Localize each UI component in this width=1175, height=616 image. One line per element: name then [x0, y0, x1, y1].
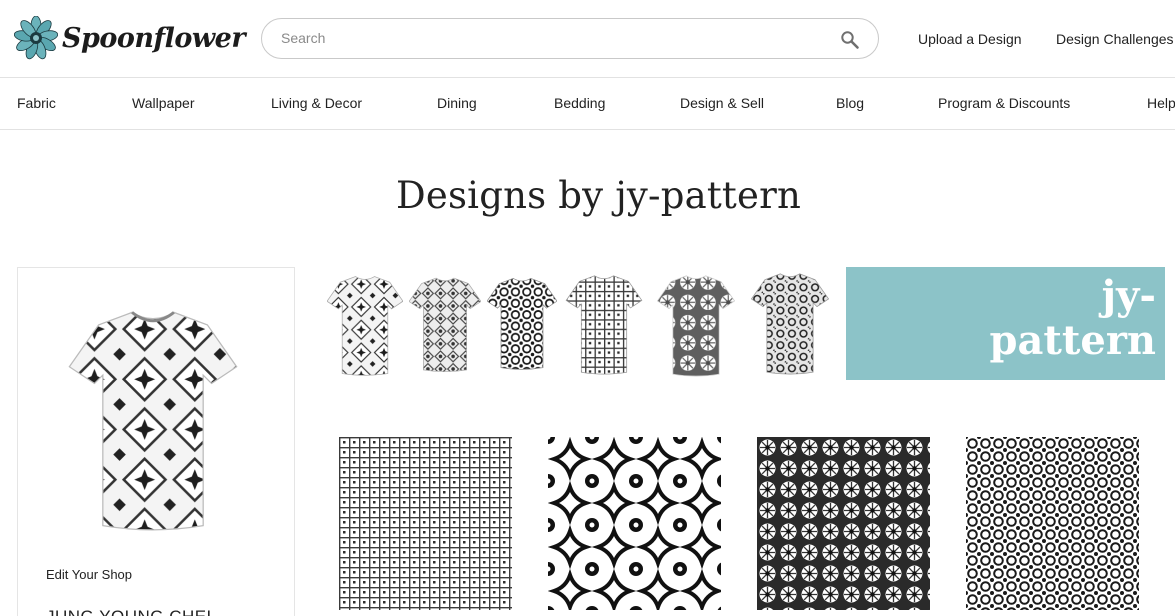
logo-wordmark: Spoonflower — [62, 22, 246, 54]
product-tshirt-row — [325, 266, 833, 380]
search-icon[interactable] — [840, 30, 860, 50]
nav-item-blog[interactable]: Blog — [836, 95, 864, 111]
design-swatch-thumbnail[interactable] — [966, 437, 1139, 610]
banner-line-2: pattern — [989, 317, 1156, 364]
edit-shop-link[interactable]: Edit Your Shop — [46, 567, 132, 582]
shop-profile-card: Edit Your Shop JUNG YOUNG CHEL — [17, 267, 295, 616]
main-nav: Fabric Wallpaper Living & Decor Dining B… — [0, 78, 1175, 130]
nav-item-living-decor[interactable]: Living & Decor — [271, 95, 362, 111]
tshirt-thumbnail[interactable] — [327, 272, 403, 378]
tshirt-thumbnail[interactable] — [487, 268, 557, 378]
design-challenges-link[interactable]: Design Challenges — [1056, 31, 1174, 47]
search-input[interactable] — [281, 30, 821, 46]
nav-item-fabric[interactable]: Fabric — [17, 95, 56, 111]
tshirt-thumbnail[interactable] — [657, 272, 735, 378]
spoonflower-logo[interactable]: Spoonflower — [14, 16, 246, 60]
nav-item-wallpaper[interactable]: Wallpaper — [132, 95, 195, 111]
nav-item-help[interactable]: Help — [1147, 95, 1175, 111]
nav-item-bedding[interactable]: Bedding — [554, 95, 605, 111]
banner-line-1: jy- — [1101, 272, 1156, 319]
nav-item-dining[interactable]: Dining — [437, 95, 477, 111]
nav-item-program-discounts[interactable]: Program & Discounts — [938, 95, 1070, 111]
banner-text: jy- pattern — [990, 273, 1156, 363]
featured-tshirt-image[interactable] — [68, 304, 238, 534]
flower-icon — [14, 16, 58, 60]
upload-design-link[interactable]: Upload a Design — [918, 31, 1022, 47]
design-swatch-thumbnail[interactable] — [339, 437, 512, 610]
search-bar[interactable] — [261, 18, 879, 59]
shop-banner: jy- pattern — [846, 267, 1165, 380]
design-swatch-thumbnail[interactable] — [757, 437, 930, 610]
tshirt-thumbnail[interactable] — [409, 270, 481, 378]
nav-item-design-sell[interactable]: Design & Sell — [680, 95, 764, 111]
tshirt-thumbnail[interactable] — [751, 270, 829, 376]
design-swatch-thumbnail[interactable] — [548, 437, 721, 610]
tshirt-thumbnail[interactable] — [565, 272, 643, 376]
site-header: Spoonflower Upload a Design Design Chall… — [0, 0, 1175, 78]
shop-owner-name: JUNG YOUNG CHEL — [46, 607, 217, 616]
page-title: Designs by jy-pattern — [396, 174, 801, 217]
